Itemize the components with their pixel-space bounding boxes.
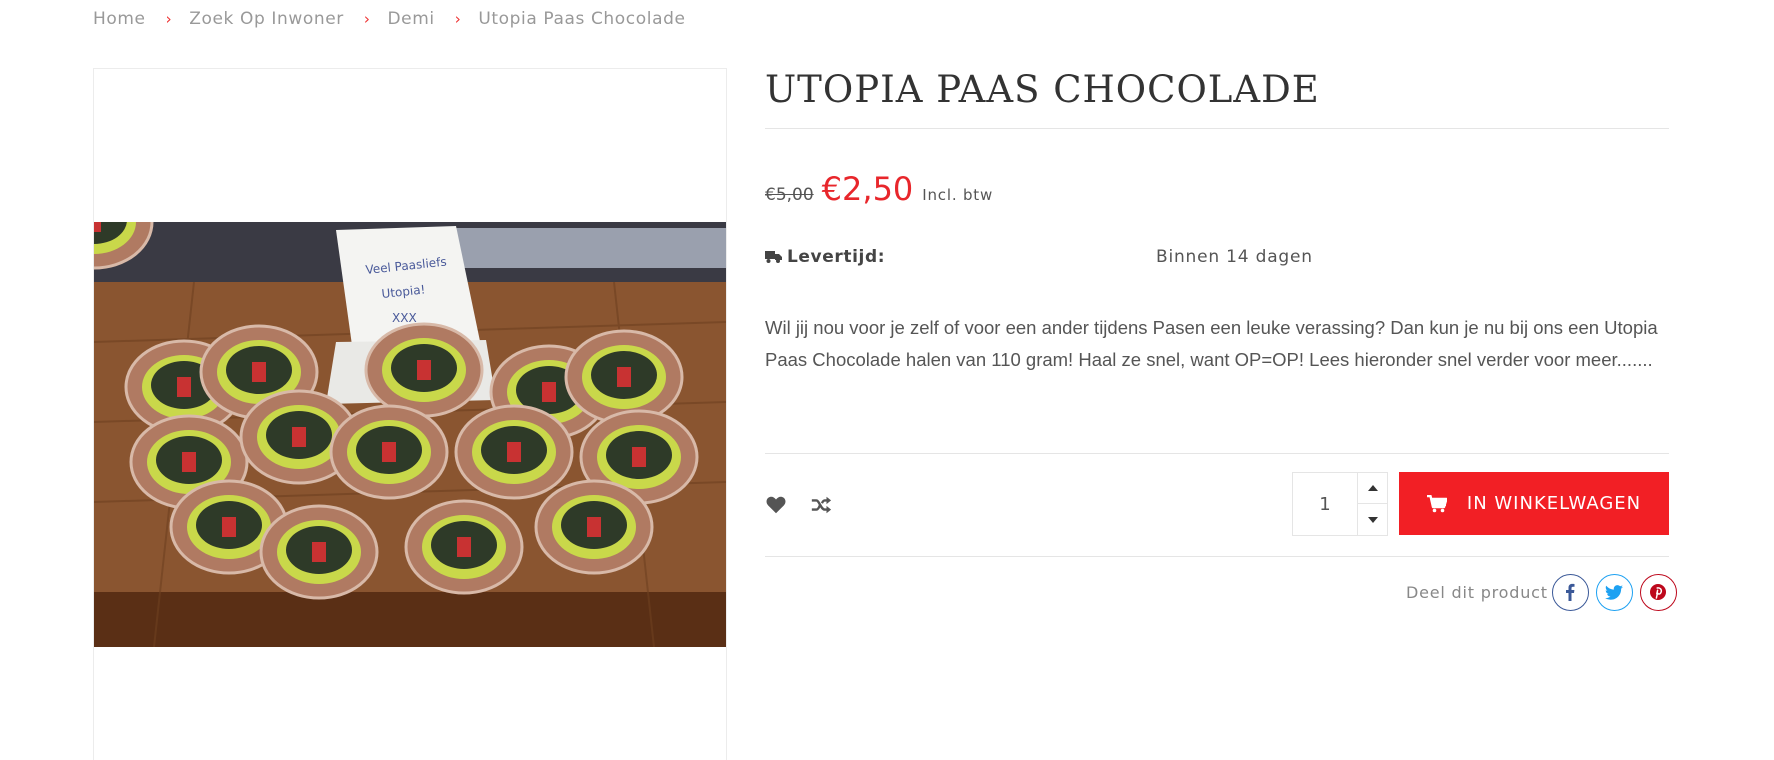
twitter-share-button[interactable] — [1595, 573, 1633, 611]
divider — [765, 556, 1669, 557]
pinterest-share-button[interactable] — [1639, 573, 1677, 611]
twitter-icon — [1605, 584, 1624, 600]
caret-up-icon — [1368, 485, 1378, 491]
product-description: Wil jij nou voor je zelf of voor een and… — [765, 317, 1658, 370]
caret-down-icon — [1368, 516, 1378, 523]
facebook-share-button[interactable] — [1551, 573, 1589, 611]
facebook-icon — [1566, 583, 1575, 601]
breadcrumb-separator: › — [454, 10, 462, 28]
divider — [765, 453, 1669, 454]
breadcrumb-zoek-op-inwoner[interactable]: Zoek Op Inwoner — [189, 9, 344, 29]
heart-icon[interactable] — [765, 494, 787, 516]
sale-price: €2,50 — [821, 170, 914, 208]
share-product: Deel dit product — [1406, 573, 1677, 611]
divider — [765, 128, 1669, 129]
truck-icon — [765, 251, 782, 263]
product-image[interactable]: Veel Paasliefs Utopia! XXX — [94, 222, 727, 647]
quantity-increase-button[interactable] — [1357, 473, 1388, 504]
share-label: Deel dit product — [1406, 582, 1548, 602]
shopping-cart-icon — [1426, 494, 1447, 512]
price: €5,00 €2,50 Incl. btw — [765, 170, 993, 208]
shuffle-icon[interactable] — [810, 494, 832, 516]
breadcrumb-separator: › — [165, 10, 173, 28]
quantity-decrease-button[interactable] — [1357, 504, 1388, 535]
add-to-cart-label: IN WINKELWAGEN — [1466, 493, 1642, 514]
breadcrumb-current: Utopia Paas Chocolade — [478, 9, 686, 29]
breadcrumb-home[interactable]: Home — [93, 9, 146, 29]
delivery-value: Binnen 14 dagen — [1156, 247, 1313, 267]
pinterest-icon — [1650, 584, 1667, 600]
old-price: €5,00 — [765, 185, 814, 205]
breadcrumb-separator: › — [363, 10, 371, 28]
delivery-time: Levertijd: Binnen 14 dagen — [765, 247, 1365, 269]
quantity-input[interactable] — [1293, 473, 1357, 535]
product-title: UTOPIA PAAS CHOCOLADE — [765, 68, 1320, 111]
add-to-cart-button[interactable]: IN WINKELWAGEN — [1399, 472, 1669, 535]
quantity-stepper — [1292, 472, 1388, 536]
breadcrumb: Home › Zoek Op Inwoner › Demi › Utopia P… — [93, 8, 686, 30]
breadcrumb-demi[interactable]: Demi — [387, 9, 434, 29]
vat-note: Incl. btw — [922, 186, 994, 204]
delivery-label: Levertijd: — [787, 247, 886, 267]
svg-text:XXX: XXX — [392, 311, 417, 325]
product-image-panel: Veel Paasliefs Utopia! XXX — [93, 68, 727, 760]
